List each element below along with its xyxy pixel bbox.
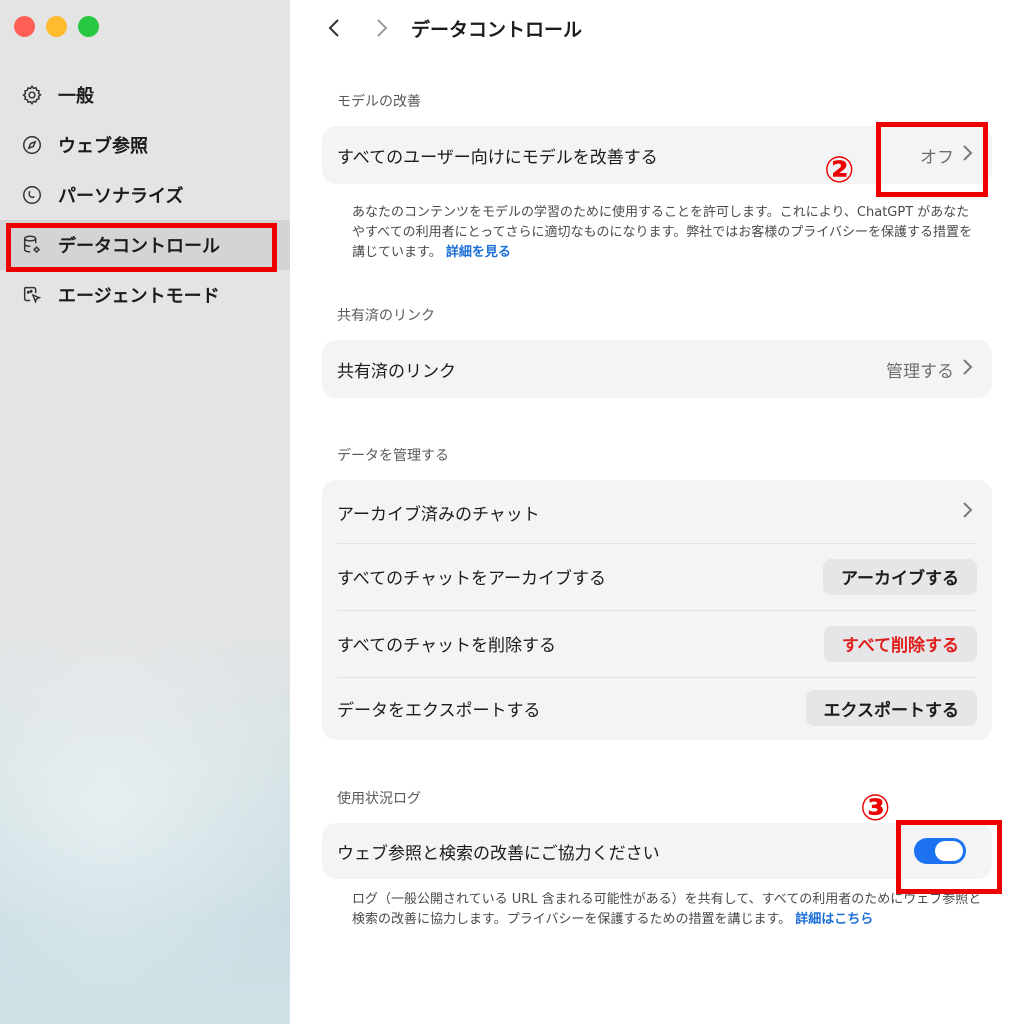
toggle-knob: [935, 841, 963, 861]
usage-log-card: ウェブ参照と検索の改善にご協力ください: [322, 823, 992, 879]
section-label-shared: 共有済のリンク: [337, 308, 435, 324]
sidebar-item-label: 一般: [58, 86, 94, 107]
minimize-window-button[interactable]: [46, 16, 67, 37]
usage-log-label: ウェブ参照と検索の改善にご協力ください: [337, 843, 660, 864]
sidebar-item-label: エージェントモード: [58, 286, 220, 307]
section-label-model: モデルの改善: [337, 94, 421, 110]
zoom-window-button[interactable]: [78, 16, 99, 37]
close-window-button[interactable]: [14, 16, 35, 37]
chevron-right-icon: [962, 501, 974, 524]
sidebar-item-label: パーソナライズ: [58, 186, 184, 207]
model-improve-label: すべてのユーザー向けにモデルを改善する: [337, 147, 658, 168]
manage-shared-links-button[interactable]: 管理する: [886, 340, 974, 398]
sidebar: 一般 ウェブ参照 パーソナライズ データコントロール エージェントモード: [0, 0, 290, 1024]
chevron-right-icon: [962, 358, 974, 381]
details-link[interactable]: 詳細はこちら: [795, 912, 873, 927]
model-improve-status: オフ: [920, 147, 954, 168]
export-row: データをエクスポートする エクスポートする: [322, 677, 992, 739]
chevron-right-icon: [962, 144, 974, 167]
section-label-usage: 使用状況ログ: [337, 791, 421, 807]
sidebar-item-agent-mode[interactable]: エージェントモード: [0, 270, 290, 320]
export-button[interactable]: エクスポートする: [805, 690, 977, 726]
toolbar: データコントロール: [290, 0, 1018, 56]
archived-chats-row[interactable]: アーカイブ済みのチャット: [322, 481, 992, 543]
compass-icon: [20, 133, 44, 157]
gear-icon: [20, 83, 44, 107]
export-label: データをエクスポートする: [337, 700, 541, 721]
annotation-marker-2: ②: [824, 150, 855, 191]
model-improve-value[interactable]: オフ: [920, 126, 974, 184]
sidebar-item-personalize[interactable]: パーソナライズ: [0, 170, 290, 220]
agent-cursor-icon: [20, 283, 44, 307]
shared-links-label: 共有済のリンク: [337, 361, 456, 382]
main-panel: データコントロール モデルの改善 すべてのユーザー向けにモデルを改善する オフ …: [290, 0, 1018, 1024]
usage-log-description: ログ（一般公開されている URL 含まれる可能性がある）を共有して、すべての利用…: [352, 890, 982, 930]
sidebar-item-general[interactable]: 一般: [0, 70, 290, 120]
model-improve-row[interactable]: すべてのユーザー向けにモデルを改善する オフ: [322, 126, 992, 184]
page-title: データコントロール: [411, 19, 583, 41]
delete-all-label: すべてのチャットを削除する: [337, 636, 556, 656]
model-improve-card: すべてのユーザー向けにモデルを改善する オフ: [322, 126, 992, 184]
archive-all-label: すべてのチャットをアーカイブする: [337, 569, 606, 589]
usage-log-desc-text: ログ（一般公開されている URL 含まれる可能性がある）を共有して、すべての利用…: [352, 892, 982, 927]
sidebar-item-label: データコントロール: [58, 236, 220, 257]
learn-more-link[interactable]: 詳細を見る: [446, 245, 511, 260]
model-improve-description: あなたのコンテンツをモデルの学習のために使用することを許可します。これにより、C…: [352, 203, 982, 263]
sidebar-item-data-controls[interactable]: データコントロール: [0, 220, 290, 270]
shared-links-card: 共有済のリンク 管理する: [322, 340, 992, 398]
archive-all-row: すべてのチャットをアーカイブする アーカイブする: [322, 543, 992, 610]
shared-links-row[interactable]: 共有済のリンク 管理する: [322, 340, 992, 398]
annotation-marker-3: ③: [860, 788, 891, 829]
database-gear-icon: [20, 233, 44, 257]
archived-chats-open[interactable]: [962, 481, 974, 543]
manage-data-card: アーカイブ済みのチャット すべてのチャットをアーカイブする アーカイブする すべ…: [322, 480, 992, 740]
archived-chats-label: アーカイブ済みのチャット: [337, 504, 540, 525]
archive-all-button[interactable]: アーカイブする: [823, 558, 977, 595]
delete-all-button[interactable]: すべて削除する: [823, 625, 977, 662]
usage-log-toggle[interactable]: [914, 838, 966, 864]
back-button[interactable]: [322, 14, 346, 42]
section-label-data: データを管理する: [337, 448, 449, 464]
chevron-left-icon: [328, 19, 339, 37]
sidebar-item-label: ウェブ参照: [58, 136, 148, 157]
usage-log-row: ウェブ参照と検索の改善にご協力ください: [322, 823, 992, 879]
manage-label: 管理する: [886, 361, 954, 382]
sidebar-item-web-browsing[interactable]: ウェブ参照: [0, 120, 290, 170]
window-controls: [14, 16, 99, 37]
sidebar-nav: 一般 ウェブ参照 パーソナライズ データコントロール エージェントモード: [0, 70, 290, 320]
forward-button[interactable]: [370, 14, 394, 42]
chevron-right-icon: [377, 19, 388, 37]
settings-window: 一般 ウェブ参照 パーソナライズ データコントロール エージェントモード データ…: [0, 0, 1018, 1024]
delete-all-row: すべてのチャットを削除する すべて削除する: [322, 610, 992, 677]
personalize-icon: [20, 183, 44, 207]
